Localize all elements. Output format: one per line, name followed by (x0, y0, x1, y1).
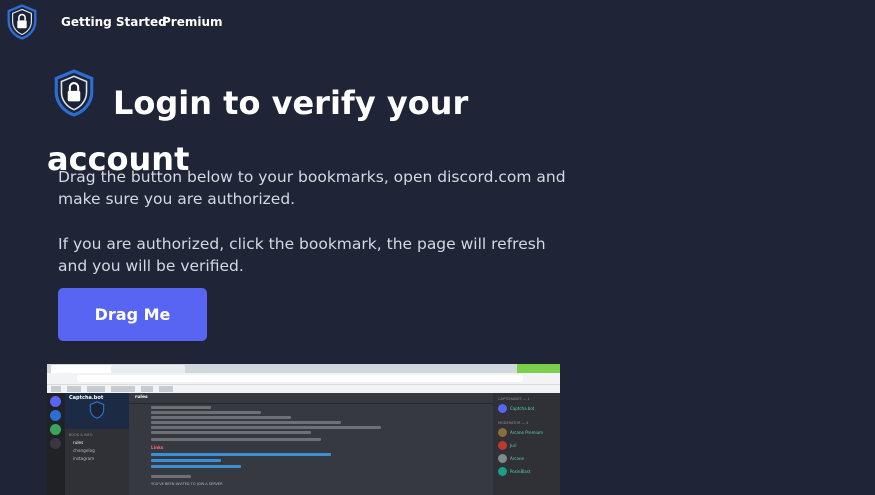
channel-item-instagram: instagram (73, 456, 95, 461)
browser-tab-bar (47, 364, 560, 373)
add-server-icon (50, 424, 61, 435)
links-heading: Links (151, 445, 164, 450)
bookmark-item (87, 386, 105, 392)
server-icon (50, 410, 61, 421)
chat-area: rules Links YOU'VE BEEN INVITED TO JOIN … (129, 393, 493, 495)
shield-lock-logo-icon[interactable] (6, 4, 38, 40)
avatar (498, 428, 507, 437)
nav-premium-link[interactable]: Premium (162, 15, 223, 29)
channel-list: Captcha.bot BOOK & INFO rules changelog … (65, 393, 129, 495)
chat-header: rules (129, 393, 493, 404)
server-rail (47, 393, 65, 495)
instruction-paragraph-1: Drag the button below to your bookmarks,… (58, 168, 566, 208)
bookmark-item (67, 386, 81, 392)
text-line (151, 438, 321, 441)
avatar (498, 441, 507, 450)
nav-getting-started-link[interactable]: Getting Started (61, 15, 167, 29)
instruction-paragraph-2: If you are authorized, click the bookmar… (58, 235, 546, 275)
discord-screenshot-image: Captcha.bot BOOK & INFO rules changelog … (47, 364, 560, 495)
channel-item-changelog: changelog (73, 448, 95, 453)
url-box (77, 375, 523, 382)
text-line (151, 421, 341, 424)
member-name: PosinBlast (510, 469, 531, 474)
avatar (498, 404, 507, 413)
browser-tab (51, 365, 113, 373)
channel-item-rules: rules (73, 440, 84, 445)
avatar (498, 467, 507, 476)
tab-bar-accent (517, 364, 560, 373)
link-line (151, 465, 241, 468)
text-line (151, 475, 191, 478)
browser-tab (111, 365, 185, 373)
link-line (151, 459, 221, 462)
channel-category: BOOK & INFO (69, 433, 93, 437)
link-line (151, 453, 331, 456)
text-line (151, 411, 261, 414)
bookmark-item (141, 386, 153, 392)
shield-icon (89, 401, 105, 419)
member-name: Arcane Premium (510, 430, 544, 435)
text-line (151, 416, 291, 419)
browser-url-bar (47, 373, 560, 384)
bookmark-item (51, 386, 61, 392)
text-line (151, 406, 211, 409)
explore-icon (50, 438, 61, 449)
bookmark-item (159, 386, 173, 392)
member-name: Arcane (510, 456, 524, 461)
discord-home-icon (50, 396, 61, 407)
member-group-heading: CAPTCHABOT — 1 (498, 397, 530, 401)
avatar (498, 454, 507, 463)
chat-channel-name: rules (135, 395, 148, 400)
member-group-heading: MODERATOR — 4 (498, 421, 529, 425)
invite-banner: YOU'VE BEEN INVITED TO JOIN A SERVER (151, 482, 223, 486)
text-line (151, 426, 381, 429)
member-name: Juri (510, 443, 517, 448)
member-list: CAPTCHABOT — 1 Captcha.bot MODERATOR — 4… (493, 393, 560, 495)
top-nav: Getting Started Premium (0, 0, 875, 44)
server-banner: Captcha.bot (65, 393, 129, 429)
title-line-1: Login to verify your (113, 84, 469, 122)
text-line (151, 431, 311, 434)
member-name: Captcha.bot (510, 406, 535, 411)
drag-me-button[interactable]: Drag Me (58, 288, 207, 341)
bookmark-item (111, 386, 135, 392)
